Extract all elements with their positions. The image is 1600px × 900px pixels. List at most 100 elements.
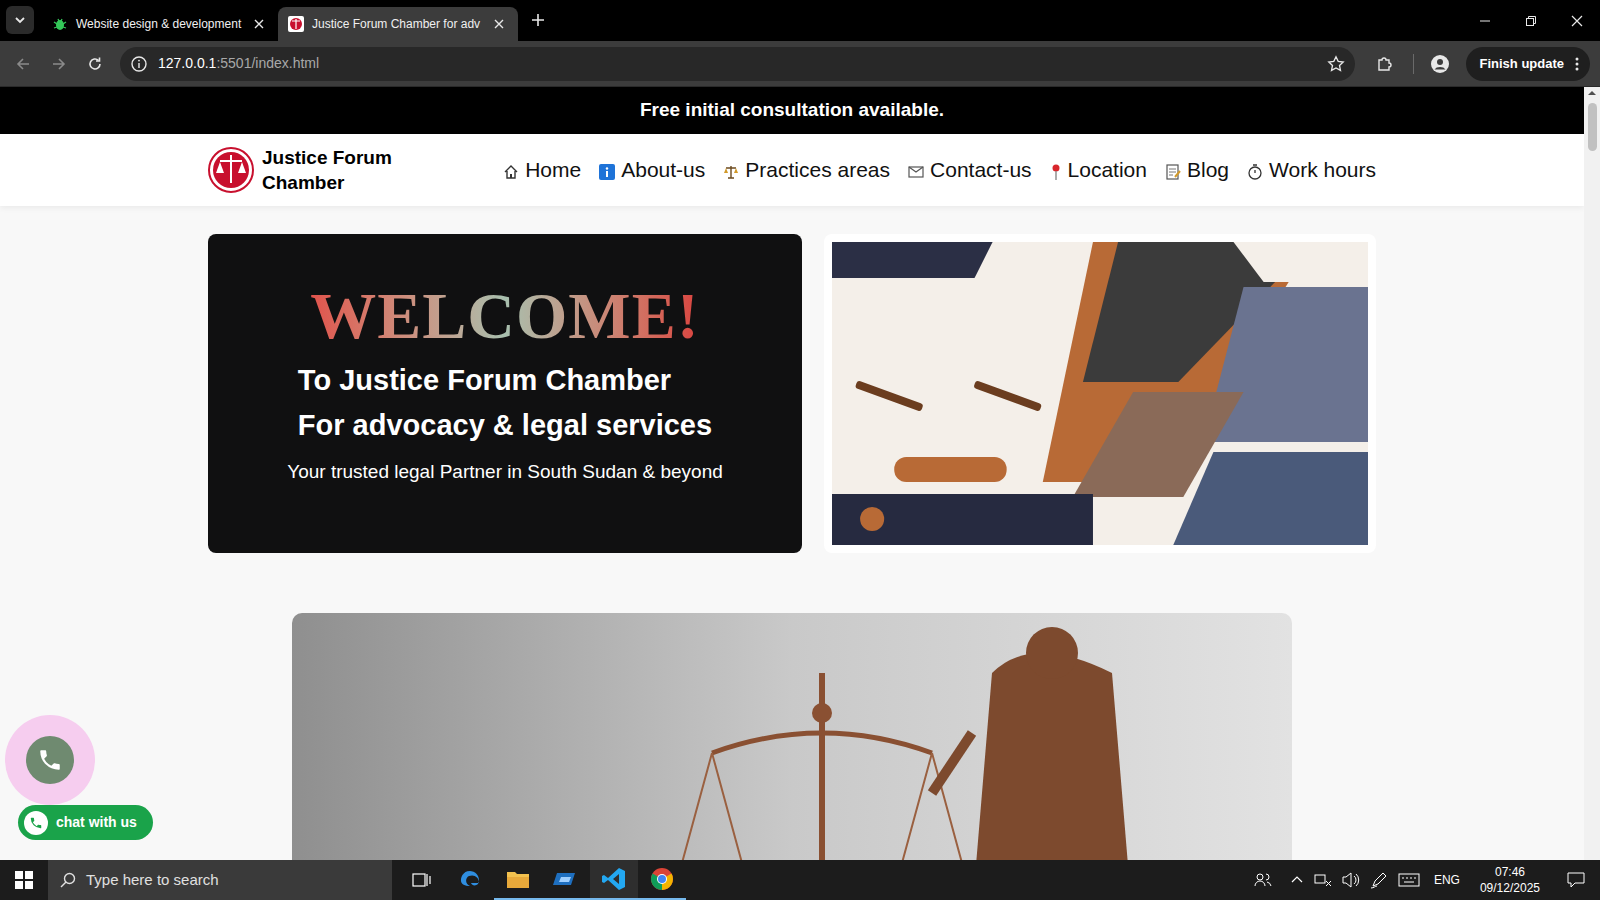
page: Free initial consultation available. Jus…	[0, 87, 1584, 860]
tagline: Your trusted legal Partner in South Suda…	[287, 458, 723, 487]
restore-button[interactable]	[1508, 0, 1554, 41]
close-window-button[interactable]	[1554, 0, 1600, 41]
house-icon	[503, 164, 519, 180]
file-explorer-app[interactable]	[494, 860, 542, 900]
back-button[interactable]	[6, 47, 40, 81]
nav-menu: Home About-us Practices areas Contact-us Loc…	[503, 154, 1376, 186]
tab-close-button[interactable]	[490, 15, 508, 33]
taskbar-search[interactable]: Type here to search	[48, 860, 392, 900]
remote-app-icon	[553, 869, 579, 889]
top-banner: Free initial consultation available.	[0, 87, 1584, 134]
bug-favicon-icon	[52, 16, 68, 32]
chevron-up-icon[interactable]	[1290, 873, 1304, 887]
tab-close-button[interactable]	[250, 15, 268, 33]
envelope-icon	[908, 164, 924, 180]
url-path: :5501/index.html	[216, 55, 319, 71]
more-icon	[1570, 56, 1584, 72]
close-icon	[494, 19, 504, 29]
taskbar: Type here to search ENG 07:46 09	[0, 860, 1600, 900]
network-icon[interactable]	[1314, 872, 1332, 888]
tab-list: Website design & development Justice Foru…	[42, 0, 518, 41]
tab-title: Justice Forum Chamber for adv	[312, 15, 482, 33]
navbar: Justice Forum Chamber Home About-us Practi…	[0, 134, 1584, 206]
vscode-app[interactable]	[590, 860, 638, 900]
scales-icon	[723, 164, 739, 180]
tab-search-button[interactable]	[6, 6, 34, 34]
clock-time: 07:46	[1495, 864, 1525, 880]
address-bar[interactable]: 127.0.0.1:5501/index.html	[120, 47, 1355, 81]
finish-update-button[interactable]: Finish update	[1466, 47, 1591, 81]
page-viewport: Free initial consultation available. Jus…	[0, 87, 1600, 860]
chat-button[interactable]: chat with us	[18, 805, 153, 840]
chrome-icon	[650, 867, 674, 891]
call-button[interactable]	[5, 715, 95, 805]
clock[interactable]: 07:46 09/12/2025	[1474, 864, 1546, 896]
keyboard-icon[interactable]	[1398, 872, 1420, 888]
phone-icon	[29, 816, 43, 830]
notifications-button[interactable]	[1556, 860, 1596, 900]
star-icon[interactable]	[1327, 55, 1345, 73]
edge-app[interactable]	[446, 860, 494, 900]
nav-label: Blog	[1187, 154, 1229, 186]
nav-label: Work hours	[1269, 154, 1376, 186]
remote-app[interactable]	[542, 860, 590, 900]
browser-tab[interactable]: Justice Forum Chamber for adv	[278, 7, 518, 41]
reload-button[interactable]	[78, 47, 112, 81]
windows-icon	[15, 871, 33, 889]
nav-item[interactable]: Blog	[1165, 154, 1229, 186]
language-indicator[interactable]: ENG	[1430, 871, 1464, 889]
nav-item[interactable]: Contact-us	[908, 154, 1032, 186]
brand-name: Justice Forum Chamber	[262, 145, 412, 195]
browser-tab[interactable]: Website design & development	[42, 7, 278, 41]
arrow-left-icon	[15, 56, 31, 72]
url: 127.0.0.1:5501/index.html	[158, 53, 319, 74]
scrollbar[interactable]	[1584, 87, 1600, 860]
chat-label: chat with us	[56, 812, 137, 833]
arrow-right-icon	[51, 56, 67, 72]
nav-item[interactable]: Work hours	[1247, 154, 1376, 186]
info-icon	[599, 164, 615, 180]
forward-button[interactable]	[42, 47, 76, 81]
search-placeholder: Type here to search	[86, 869, 219, 892]
close-icon	[254, 19, 264, 29]
nav-item[interactable]: Location	[1050, 154, 1147, 186]
nav-label: About-us	[621, 154, 705, 186]
plus-icon	[531, 13, 545, 27]
promo-image	[832, 242, 1368, 545]
scrollbar-thumb[interactable]	[1588, 103, 1597, 151]
extensions-button[interactable]	[1365, 47, 1405, 81]
banner-text: Free initial consultation available.	[640, 96, 944, 125]
justice-statue-image	[292, 613, 1292, 860]
pen-icon[interactable]	[1370, 871, 1388, 889]
folder-icon	[506, 869, 530, 889]
people-icon[interactable]	[1254, 871, 1272, 889]
scales-favicon-icon	[288, 16, 304, 32]
chrome-app[interactable]	[638, 860, 686, 900]
minimize-button[interactable]	[1462, 0, 1508, 41]
scales-logo-icon	[208, 147, 254, 193]
clock-date: 09/12/2025	[1480, 880, 1540, 896]
welcome-heading: WELCOME!	[310, 280, 699, 352]
start-button[interactable]	[0, 860, 48, 900]
edge-icon	[458, 868, 482, 892]
task-view-button[interactable]	[398, 860, 446, 900]
promo-banner	[824, 234, 1376, 553]
nav-label: Contact-us	[930, 154, 1032, 186]
scroll-up-icon[interactable]	[1587, 87, 1597, 99]
task-view-icon	[412, 871, 432, 889]
volume-icon[interactable]	[1342, 872, 1360, 888]
nav-item[interactable]: Home	[503, 154, 581, 186]
restore-icon	[1525, 15, 1537, 27]
new-tab-button[interactable]	[524, 6, 552, 34]
close-icon	[1571, 15, 1583, 27]
minimize-icon	[1479, 15, 1491, 27]
nav-item[interactable]: Practices areas	[723, 154, 890, 186]
memo-icon	[1165, 164, 1181, 180]
nav-item[interactable]: About-us	[599, 154, 705, 186]
site-info-icon[interactable]	[130, 55, 148, 73]
welcome-line: To Justice Forum Chamber	[298, 358, 712, 403]
person-icon	[1430, 54, 1450, 74]
brand[interactable]: Justice Forum Chamber	[208, 145, 412, 195]
profile-button[interactable]	[1422, 47, 1458, 81]
welcome-line: For advocacy & legal services	[298, 403, 712, 448]
